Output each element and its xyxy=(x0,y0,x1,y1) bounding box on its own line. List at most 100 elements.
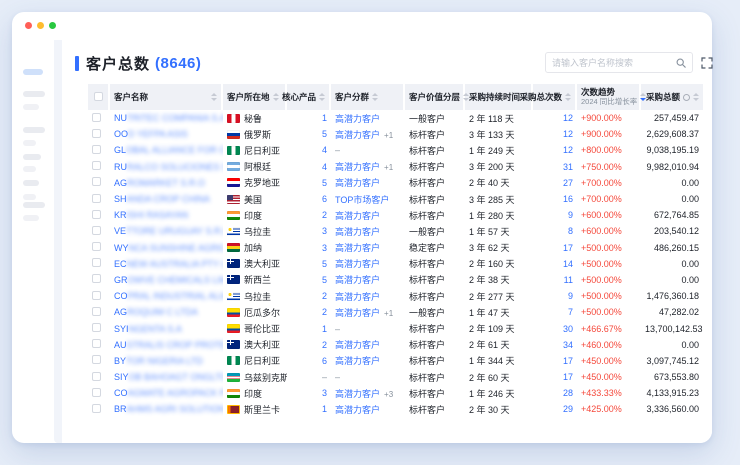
core-products-count[interactable]: 5 xyxy=(322,178,327,188)
sidebar-item[interactable] xyxy=(23,202,45,208)
sort-icon[interactable] xyxy=(565,93,571,101)
purchase-count[interactable]: 12 xyxy=(563,129,573,139)
core-products-count[interactable]: 6 xyxy=(322,356,327,366)
core-products-count[interactable]: 5 xyxy=(322,275,327,285)
core-products-count[interactable]: 1 xyxy=(322,113,327,123)
segment-label[interactable]: 高潜力客户 xyxy=(335,227,380,237)
segment-label[interactable]: 高潜力客户 xyxy=(335,405,380,415)
row-checkbox[interactable] xyxy=(92,145,101,154)
customer-name-link[interactable]: COPRAL INDUSTRIAL ALIADO R... xyxy=(114,291,219,301)
row-checkbox[interactable] xyxy=(92,129,101,138)
sort-icon[interactable] xyxy=(273,93,279,101)
sidebar-item[interactable] xyxy=(23,140,36,146)
segment-label[interactable]: 高潜力客户 xyxy=(335,114,380,124)
purchase-count[interactable]: 8 xyxy=(568,226,573,236)
core-products-count[interactable]: 1 xyxy=(322,324,327,334)
customer-name-link[interactable]: NUTRITEC COMPANIA S.A.C xyxy=(114,113,219,123)
segment-label[interactable]: 高潜力客户 xyxy=(335,356,380,366)
purchase-count[interactable]: 14 xyxy=(563,259,573,269)
core-products-count[interactable]: 2 xyxy=(322,340,327,350)
purchase-count[interactable]: 16 xyxy=(563,194,573,204)
core-products-count[interactable]: 1 xyxy=(322,404,327,414)
sort-icon[interactable] xyxy=(319,93,325,101)
purchase-count[interactable]: 7 xyxy=(568,307,573,317)
purchase-count[interactable]: 34 xyxy=(563,340,573,350)
row-checkbox[interactable] xyxy=(92,161,101,170)
minimize-window-button[interactable] xyxy=(37,22,44,29)
segment-label[interactable]: 高潜力客户 xyxy=(335,308,380,318)
purchase-count[interactable]: 30 xyxy=(563,324,573,334)
row-checkbox[interactable] xyxy=(92,404,101,413)
customer-name-link[interactable]: GROWVE CHEMICALS LIMITED xyxy=(114,275,219,285)
segment-label[interactable]: 高潜力客户 xyxy=(335,178,380,188)
core-products-count[interactable]: 4 xyxy=(322,145,327,155)
row-checkbox[interactable] xyxy=(92,323,101,332)
purchase-count[interactable]: 12 xyxy=(563,145,573,155)
purchase-count[interactable]: 17 xyxy=(563,356,573,366)
purchase-count[interactable]: 27 xyxy=(563,178,573,188)
customer-name-link[interactable]: BRAHMS AGRI SOLUTIONS PVT LTD xyxy=(114,404,219,414)
customer-name-link[interactable]: ECNEW AUSTRALIA PTY LIMITED ) xyxy=(114,259,219,269)
customer-name-link[interactable]: COAGMATE AGROPACK PRIVATE E ... xyxy=(114,388,219,398)
purchase-count[interactable]: 17 xyxy=(563,243,573,253)
row-checkbox[interactable] xyxy=(92,274,101,283)
row-checkbox[interactable] xyxy=(92,258,101,267)
customer-name-link[interactable]: AGROMARKET S.R.O xyxy=(114,178,205,188)
segment-label[interactable]: 高潜力客户 xyxy=(335,389,380,399)
segment-label[interactable]: 高潜力客户 xyxy=(335,243,380,253)
row-checkbox[interactable] xyxy=(92,177,101,186)
purchase-count[interactable]: 12 xyxy=(563,113,573,123)
purchase-count[interactable]: 11 xyxy=(564,275,573,285)
customer-name-link[interactable]: KRISHI RASAYAN xyxy=(114,210,188,220)
segment-label[interactable]: 高潜力客户 xyxy=(335,275,380,285)
row-checkbox[interactable] xyxy=(92,372,101,381)
sidebar-item-active[interactable] xyxy=(23,69,43,75)
purchase-count[interactable]: 9 xyxy=(568,291,573,301)
customer-name-link[interactable]: SHANDA CROP CHINA xyxy=(114,194,210,204)
row-checkbox[interactable] xyxy=(92,194,101,203)
sidebar-item[interactable] xyxy=(23,104,39,110)
row-checkbox[interactable] xyxy=(92,226,101,235)
purchase-count[interactable]: 17 xyxy=(563,372,573,382)
purchase-count[interactable]: 31 xyxy=(563,162,573,172)
search-input[interactable] xyxy=(552,58,676,68)
sidebar-item[interactable] xyxy=(23,215,39,221)
sidebar-item[interactable] xyxy=(23,127,45,133)
select-all-checkbox[interactable] xyxy=(94,92,103,101)
customer-name-link[interactable]: WYNCA SUNSHINE AGRIC PRO (U... xyxy=(114,243,219,253)
purchase-count[interactable]: 9 xyxy=(568,210,573,220)
core-products-count[interactable]: 3 xyxy=(322,388,327,398)
purchase-count[interactable]: 28 xyxy=(563,388,573,398)
info-icon[interactable] xyxy=(683,94,690,101)
row-checkbox[interactable] xyxy=(92,355,101,364)
row-checkbox[interactable] xyxy=(92,339,101,348)
segment-label[interactable]: TOP市场客户 xyxy=(335,195,389,205)
sidebar-item[interactable] xyxy=(23,154,41,160)
row-checkbox[interactable] xyxy=(92,291,101,300)
customer-name-link[interactable]: SIYOB BAHOAGT ONGLTORABOY X... xyxy=(114,372,219,382)
row-checkbox[interactable] xyxy=(92,242,101,251)
search-icon[interactable] xyxy=(676,58,686,68)
segment-label[interactable]: 高潜力客户 xyxy=(335,162,380,172)
fullscreen-expand-icon[interactable] xyxy=(701,57,713,69)
customer-name-link[interactable]: RURALCO SOLUCIONES S.A xyxy=(114,162,219,172)
customer-name-link[interactable]: AGROQUIM C LTDA xyxy=(114,307,198,317)
customer-name-link[interactable]: GLOBAL ALLIANCE FOR CHESS CA... xyxy=(114,145,219,155)
purchase-count[interactable]: 29 xyxy=(563,404,573,414)
sort-icon[interactable] xyxy=(693,93,699,101)
core-products-count[interactable]: 3 xyxy=(322,226,327,236)
core-products-count[interactable]: 4 xyxy=(322,162,327,172)
row-checkbox[interactable] xyxy=(92,307,101,316)
core-products-count[interactable]: 5 xyxy=(322,259,327,269)
segment-label[interactable]: 高潜力客户 xyxy=(335,292,380,302)
customer-name-link[interactable]: VETTORE URUGUAY S.R.L xyxy=(114,226,219,236)
close-window-button[interactable] xyxy=(25,22,32,29)
row-checkbox[interactable] xyxy=(92,388,101,397)
row-checkbox[interactable] xyxy=(92,113,101,122)
core-products-count[interactable]: 5 xyxy=(322,129,327,139)
segment-label[interactable]: 高潜力客户 xyxy=(335,130,380,140)
core-products-count[interactable]: 2 xyxy=(322,291,327,301)
customer-name-link[interactable]: AUSTRALIS CROP PROTECTION P... xyxy=(114,340,219,350)
core-products-count[interactable]: 2 xyxy=(322,210,327,220)
sidebar-item[interactable] xyxy=(23,166,36,172)
